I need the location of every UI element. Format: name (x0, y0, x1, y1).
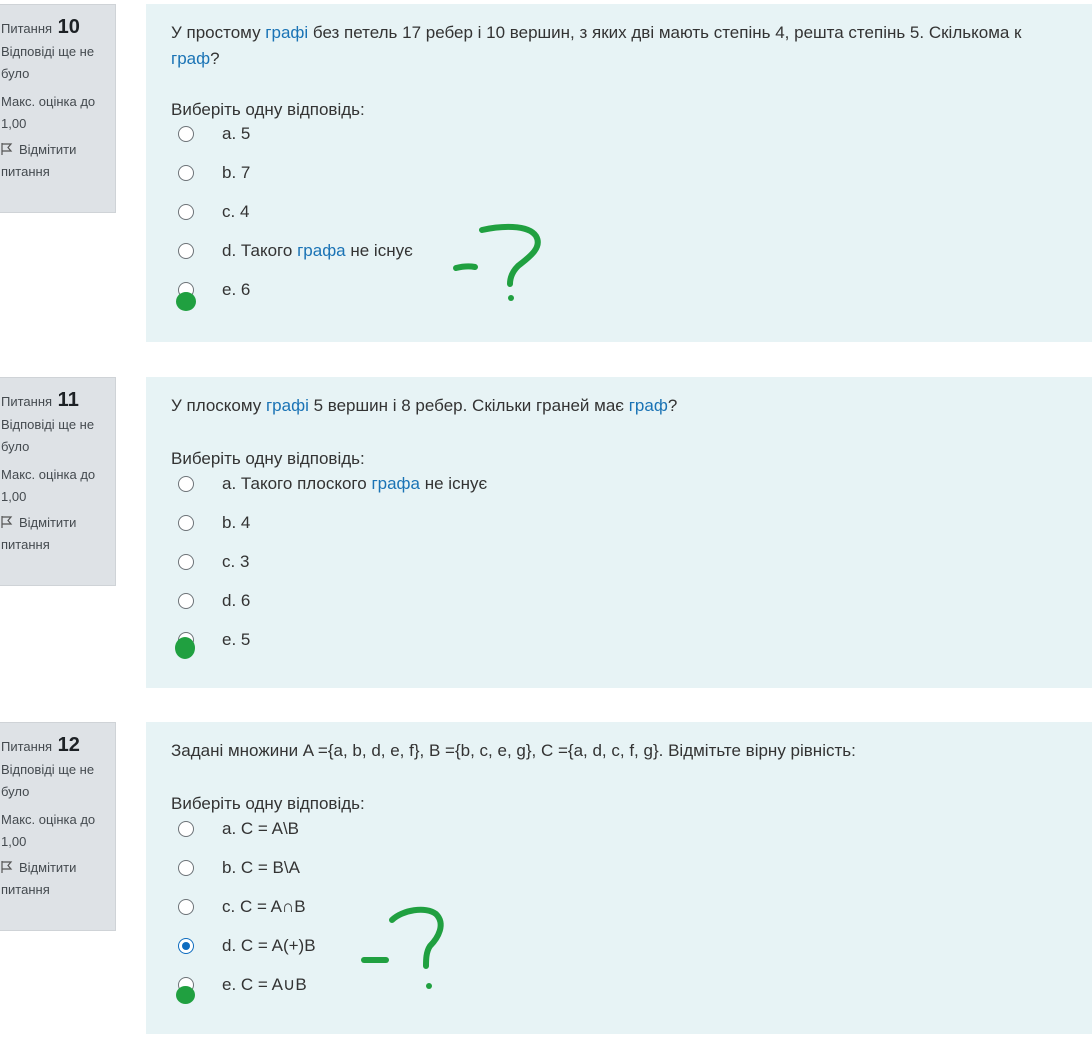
question-text: У простому графі без петель 17 ребер і 1… (171, 20, 1092, 72)
question-info-panel: Питання 11 Відповіді ще не було Макс. оц… (0, 377, 116, 586)
question-text-part: без петель 17 ребер і 10 вершин, з яких … (308, 23, 1022, 42)
handwritten-question-mark (453, 223, 541, 301)
question-text-part: У плоскому (171, 396, 266, 415)
answer-label: e. C = A∪B (222, 974, 307, 994)
glossary-link[interactable]: графа (297, 241, 346, 260)
answer-label: d. C = A(+)B (222, 935, 316, 955)
question-text-part: ? (210, 49, 220, 68)
answer-label: e. 6 (222, 279, 251, 299)
answer-label: b. 7 (222, 162, 251, 182)
question-number-line: Питання 10 (1, 13, 115, 41)
question-info-panel: Питання 10 Відповіді ще не було Макс. оц… (0, 4, 116, 213)
question-number-line: Питання 11 (1, 386, 115, 414)
flag-question-link[interactable]: Відмітити питання (1, 857, 111, 901)
flag-question-link[interactable]: Відмітити питання (1, 139, 111, 183)
answer-radio[interactable] (178, 553, 194, 570)
answer-list: a. Такого плоского графа не існує b. 4 c… (171, 464, 1092, 659)
answer-option[interactable]: a. 5 (171, 114, 1092, 153)
answer-option[interactable]: d. C = A(+)B (171, 926, 1092, 965)
flag-icon (1, 861, 13, 873)
answer-radio[interactable] (178, 820, 194, 837)
glossary-link[interactable]: графа (371, 474, 420, 493)
question-number-line: Питання 12 (1, 731, 115, 759)
question-info-panel: Питання 12 Відповіді ще не було Макс. оц… (0, 722, 116, 931)
answer-label: b. 4 (222, 512, 251, 532)
answer-option[interactable]: b. 4 (171, 503, 1092, 542)
question-content: У плоскому графі 5 вершин і 8 ребер. Скі… (146, 377, 1092, 688)
question-text-part: У простому (171, 23, 266, 42)
answer-option[interactable]: c. C = A∩B (171, 887, 1092, 926)
answer-label: c. 3 (222, 551, 250, 571)
answer-label: c. 4 (222, 201, 250, 221)
question-label: Питання (1, 394, 53, 409)
answer-label: b. C = B\A (222, 857, 300, 877)
answer-option[interactable]: a. C = A\B (171, 809, 1092, 848)
question-number: 11 (57, 389, 79, 411)
answer-option[interactable]: b. C = B\A (171, 848, 1092, 887)
answer-option[interactable]: d. Такого графа не існує (171, 231, 1092, 270)
handwritten-question-mark (361, 906, 444, 989)
answer-label: a. Такого плоского графа не існує (222, 474, 487, 494)
answer-option[interactable]: b. 7 (171, 153, 1092, 192)
answer-list: a. 5 b. 7 c. 4 d. Такого графа не існує … (171, 114, 1092, 309)
answer-label: a. 5 (222, 123, 251, 143)
question-number: 12 (57, 734, 80, 756)
flag-icon (1, 143, 13, 155)
question-status: Відповіді ще не було (1, 762, 95, 799)
handwritten-dot-mark (175, 637, 195, 659)
question-text-part: 5 вершин і 8 ребер. Скільки граней має (308, 396, 629, 415)
answer-radio-selected[interactable] (178, 937, 194, 954)
question-grade: Макс. оцінка до 1,00 (1, 812, 96, 849)
answer-label: a. C = A\B (222, 818, 300, 838)
answer-radio[interactable] (178, 475, 194, 492)
question-content: У простому графі без петель 17 ребер і 1… (146, 4, 1092, 342)
question-status: Відповіді ще не було (1, 417, 95, 454)
answer-radio[interactable] (178, 514, 194, 531)
answer-radio[interactable] (178, 898, 194, 915)
answer-radio[interactable] (178, 164, 194, 181)
question-label: Питання (1, 21, 53, 36)
answer-label: c. C = A∩B (222, 896, 306, 916)
question-status: Відповіді ще не було (1, 44, 95, 81)
glossary-link[interactable]: графі (265, 23, 308, 42)
answer-radio[interactable] (178, 203, 194, 220)
answer-label-part: a. Такого плоского (222, 473, 372, 493)
question-text-part: ? (667, 396, 678, 415)
question-label: Питання (1, 739, 53, 754)
answer-option[interactable]: c. 3 (171, 542, 1092, 581)
answer-option[interactable]: e. 6 (171, 270, 1092, 309)
question-text: У плоскому графі 5 вершин і 8 ребер. Скі… (171, 393, 1092, 419)
answer-option[interactable]: c. 4 (171, 192, 1092, 231)
answer-option[interactable]: a. Такого плоского графа не існує (171, 464, 1092, 503)
question-content: Задані множини A ={a, b, d, e, f}, B ={b… (146, 722, 1092, 1034)
question-number: 10 (57, 16, 80, 38)
flag-question-link[interactable]: Відмітити питання (1, 512, 111, 556)
answer-label-part: d. Такого (222, 240, 298, 260)
flag-icon (1, 516, 13, 528)
answer-option[interactable]: e. 5 (171, 620, 1092, 659)
answer-label: e. 5 (222, 629, 251, 649)
answer-option[interactable]: d. 6 (171, 581, 1092, 620)
answer-label: d. Такого графа не існує (222, 241, 413, 261)
question-text-line2: граф? (171, 46, 1092, 72)
glossary-link[interactable]: графі (266, 396, 309, 415)
question-grade: Макс. оцінка до 1,00 (1, 94, 96, 131)
answer-list: a. C = A\B b. C = B\A c. C = A∩B d. C = … (171, 809, 1092, 1004)
glossary-link[interactable]: граф (171, 49, 210, 68)
handwritten-dot-mark (176, 986, 195, 1004)
glossary-link[interactable]: граф (629, 396, 668, 415)
answer-radio[interactable] (178, 242, 194, 259)
answer-label: d. 6 (222, 590, 251, 610)
question-text: Задані множини A ={a, b, d, e, f}, B ={b… (171, 741, 856, 760)
answer-radio[interactable] (178, 125, 194, 142)
answer-label-part: не існує (345, 240, 413, 260)
answer-option[interactable]: e. C = A∪B (171, 965, 1092, 1004)
answer-radio[interactable] (178, 859, 194, 876)
answer-radio[interactable] (178, 592, 194, 609)
handwritten-dot-mark (176, 292, 196, 311)
question-grade: Макс. оцінка до 1,00 (1, 467, 96, 504)
answer-label-part: не існує (420, 473, 488, 493)
